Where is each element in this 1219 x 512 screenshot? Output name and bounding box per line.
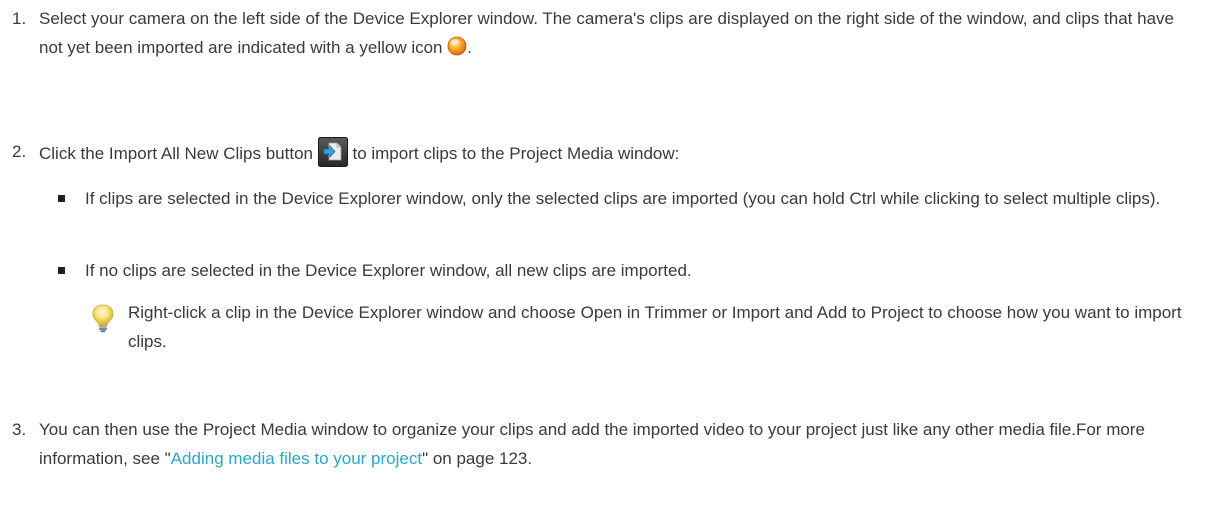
yellow-dot-icon [447, 36, 467, 65]
document-page: 1. Select your camera on the left side o… [0, 0, 1219, 512]
lightbulb-icon [90, 303, 116, 333]
step-text-end: to import clips to the Project Media win… [352, 144, 680, 163]
cross-reference-link[interactable]: Adding media files to your project [171, 449, 422, 468]
import-all-new-clips-icon [317, 137, 348, 176]
list-item-text: If clips are selected in the Device Expl… [85, 189, 1161, 208]
step-text-end: " on page 123. [422, 449, 533, 468]
tip-text: Right-click a clip in the Device Explore… [128, 303, 1182, 351]
list-item-text: If no clips are selected in the Device E… [85, 261, 692, 280]
step-number: 1. [12, 9, 27, 28]
step-number: 3. [12, 420, 27, 439]
bullet-icon [58, 195, 65, 202]
step-text-main: Select your camera on the left side of t… [39, 9, 1174, 57]
step-number: 2. [12, 142, 27, 161]
step-text: Click the Import All New Clips button to [39, 137, 1202, 176]
step-text-end: . [467, 38, 472, 57]
step-text: You can then use the Project Media windo… [39, 415, 1202, 473]
bullet-icon [58, 267, 65, 274]
step-text-main: Click the Import All New Clips button [39, 144, 313, 163]
step-text: Select your camera on the left side of t… [39, 4, 1202, 65]
